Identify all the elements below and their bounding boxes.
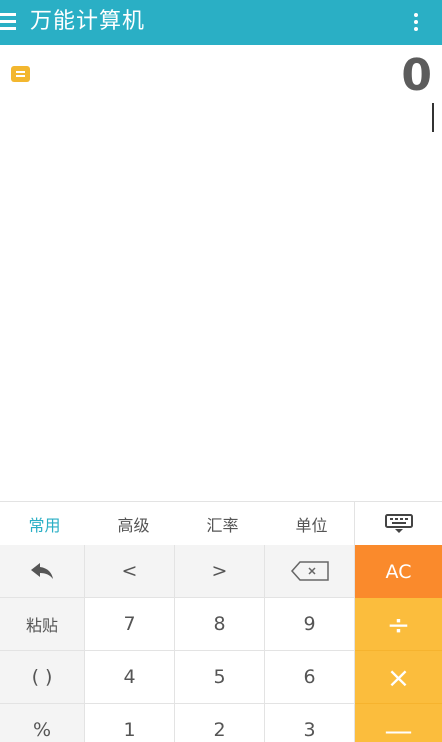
keypad: < > AC 粘贴 7 8 9 ÷ ( ) 4 5 6 × % 1 2 3 —	[0, 545, 442, 742]
input-cursor	[432, 103, 434, 132]
result-display: 0	[401, 50, 432, 101]
clear-button[interactable]: AC	[355, 545, 442, 598]
digit-3-button[interactable]: 3	[265, 704, 355, 742]
subtract-button[interactable]: —	[355, 704, 442, 742]
more-vert-icon[interactable]	[414, 13, 418, 31]
percent-button[interactable]: %	[0, 704, 85, 742]
cursor-right-button[interactable]: >	[175, 545, 265, 598]
paste-button[interactable]: 粘贴	[0, 598, 85, 651]
menu-icon[interactable]	[0, 13, 16, 31]
tab-common[interactable]: 常用	[0, 502, 89, 546]
tab-unit[interactable]: 单位	[267, 502, 356, 546]
cursor-left-button[interactable]: <	[85, 545, 175, 598]
digit-4-button[interactable]: 4	[85, 651, 175, 704]
app-bar: 万能计算机	[0, 0, 442, 45]
digit-7-button[interactable]: 7	[85, 598, 175, 651]
undo-button[interactable]	[0, 545, 85, 598]
parentheses-button[interactable]: ( )	[0, 651, 85, 704]
backspace-icon	[290, 561, 329, 581]
tab-exchange-rate[interactable]: 汇率	[178, 502, 267, 546]
app-title: 万能计算机	[30, 9, 146, 34]
keyboard-icon	[384, 514, 413, 533]
digit-1-button[interactable]: 1	[85, 704, 175, 742]
digit-5-button[interactable]: 5	[175, 651, 265, 704]
digit-8-button[interactable]: 8	[175, 598, 265, 651]
mode-tabs: 常用 高级 汇率 单位	[0, 501, 442, 546]
backspace-button[interactable]	[265, 545, 355, 598]
tab-advanced[interactable]: 高级	[89, 502, 178, 546]
digit-6-button[interactable]: 6	[265, 651, 355, 704]
keyboard-toggle-button[interactable]	[354, 502, 442, 546]
multiply-button[interactable]: ×	[355, 651, 442, 704]
history-icon[interactable]	[11, 66, 30, 82]
divide-button[interactable]: ÷	[355, 598, 442, 651]
undo-icon	[31, 563, 53, 579]
digit-9-button[interactable]: 9	[265, 598, 355, 651]
digit-2-button[interactable]: 2	[175, 704, 265, 742]
